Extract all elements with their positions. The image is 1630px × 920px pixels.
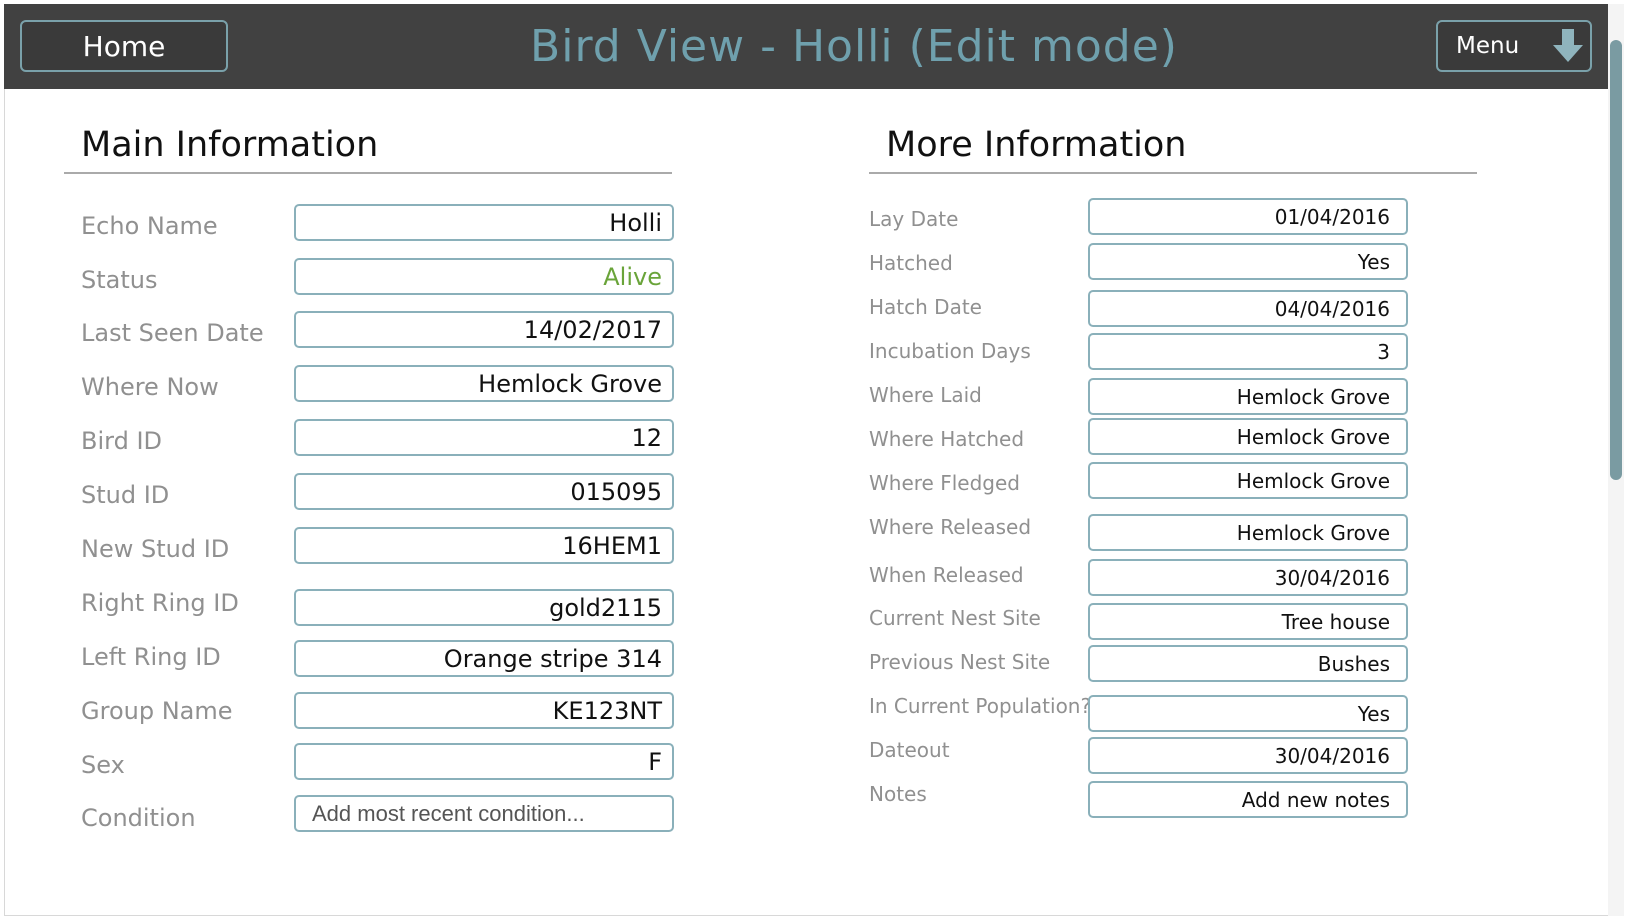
left-ring-id-label: Left Ring ID [81,643,221,671]
divider [64,172,672,174]
where-released-field[interactable]: Hemlock Grove [1088,514,1408,551]
condition-label: Condition [81,804,196,832]
incubation-days-field[interactable]: 3 [1088,333,1408,370]
main-information-title: Main Information [81,125,379,165]
hatch-date-label: Hatch Date [869,295,982,319]
scrollbar-thumb[interactable] [1610,40,1622,480]
in-current-population-label: In Current Population? [869,694,1092,718]
stud-id-label: Stud ID [81,481,170,509]
current-nest-site-label: Current Nest Site [869,606,1041,630]
when-released-field[interactable]: 30/04/2016 [1088,559,1408,596]
hatched-label: Hatched [869,251,953,275]
right-ring-id-field[interactable]: gold2115 [294,589,674,626]
where-laid-label: Where Laid [869,383,982,407]
lay-date-label: Lay Date [869,207,959,231]
new-stud-id-label: New Stud ID [81,535,230,563]
notes-field[interactable]: Add new notes [1088,781,1408,818]
echo-name-field[interactable]: Holli [294,204,674,241]
divider [869,172,1477,174]
dateout-label: Dateout [869,738,950,762]
condition-input[interactable]: Add most recent condition... [294,795,674,832]
previous-nest-site-field[interactable]: Bushes [1088,645,1408,682]
right-ring-id-label: Right Ring ID [81,589,239,617]
last-seen-date-field[interactable]: 14/02/2017 [294,311,674,348]
where-hatched-label: Where Hatched [869,427,1025,451]
hatched-field[interactable]: Yes [1088,243,1408,280]
bird-id-label: Bird ID [81,427,162,455]
sex-field[interactable]: F [294,743,674,780]
when-released-label: When Released [869,563,1024,587]
down-arrow-icon [1553,29,1584,63]
menu-label: Menu [1456,33,1520,59]
dateout-field[interactable]: 30/04/2016 [1088,737,1408,774]
where-released-label: Where Released [869,515,1032,539]
sex-label: Sex [81,751,125,779]
status-label: Status [81,266,158,294]
where-now-label: Where Now [81,373,219,401]
echo-name-label: Echo Name [81,212,218,240]
status-field[interactable]: Alive [294,258,674,295]
top-bar: Home Bird View - Holli (Edit mode) Menu [4,4,1612,89]
where-fledged-label: Where Fledged [869,471,1020,495]
bird-id-field[interactable]: 12 [294,419,674,456]
stud-id-field[interactable]: 015095 [294,473,674,510]
where-hatched-field[interactable]: Hemlock Grove [1088,418,1408,455]
current-nest-site-field[interactable]: Tree house [1088,603,1408,640]
incubation-days-label: Incubation Days [869,339,1031,363]
where-now-field[interactable]: Hemlock Grove [294,365,674,402]
previous-nest-site-label: Previous Nest Site [869,650,1051,674]
lay-date-field[interactable]: 01/04/2016 [1088,198,1408,235]
menu-button[interactable]: Menu [1436,20,1592,72]
where-laid-field[interactable]: Hemlock Grove [1088,378,1408,415]
more-information-title: More Information [886,125,1187,165]
notes-label: Notes [869,782,927,806]
group-name-label: Group Name [81,697,233,725]
home-button[interactable]: Home [20,20,228,72]
new-stud-id-field[interactable]: 16HEM1 [294,527,674,564]
page-title: Bird View - Holli (Edit mode) [530,21,1178,72]
group-name-field[interactable]: KE123NT [294,692,674,729]
left-ring-id-field[interactable]: Orange stripe 314 [294,640,674,677]
where-fledged-field[interactable]: Hemlock Grove [1088,462,1408,499]
last-seen-date-label: Last Seen Date [81,319,264,347]
in-current-population-field[interactable]: Yes [1088,695,1408,732]
hatch-date-field[interactable]: 04/04/2016 [1088,290,1408,327]
